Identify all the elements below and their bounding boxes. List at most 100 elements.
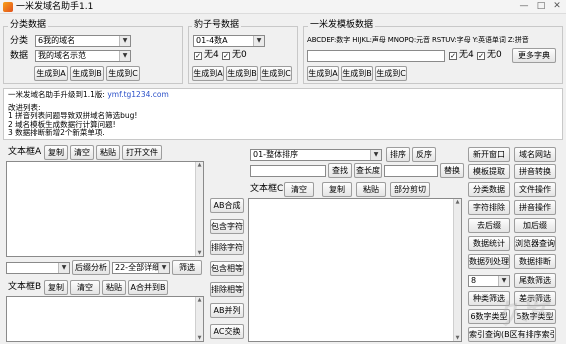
numbers-gen-b-button[interactable]: 生成到B xyxy=(226,66,258,81)
numbers-gen-c-button[interactable]: 生成到C xyxy=(260,66,292,81)
template-extract-button[interactable]: 模板提取 xyxy=(468,164,510,179)
pinyin-ops-button[interactable]: 拼音操作 xyxy=(514,200,556,215)
template-hint: ABCDEF:数字 HIJKL:声母 MNOPQ:元音 RSTUV:字母 Y:英… xyxy=(307,36,529,44)
chevron-down-icon: ▼ xyxy=(253,36,264,46)
chevron-down-icon: ▼ xyxy=(158,263,169,273)
window-title: 一米发域名助手1.1 xyxy=(16,2,94,12)
textB-area[interactable] xyxy=(6,296,204,342)
replace-input[interactable] xyxy=(384,165,438,177)
chevron-down-icon: ▼ xyxy=(58,263,69,273)
chevron-down-icon: ▼ xyxy=(370,150,381,160)
textB-merge-button[interactable]: A合并到B xyxy=(128,280,168,295)
data-judge-button[interactable]: 数据排断 xyxy=(514,254,556,269)
template-no4-label: 无4 xyxy=(459,50,474,60)
textA-copy-button[interactable]: 复制 xyxy=(44,145,68,160)
column-process-button[interactable]: 数据列处理 xyxy=(468,254,510,269)
exclude-equal-button[interactable]: 排除相等 xyxy=(210,282,244,297)
chevron-down-icon: ▼ xyxy=(498,276,509,286)
template-no0-label: 无0 xyxy=(487,50,502,60)
chevron-down-icon: ▼ xyxy=(119,36,130,46)
textA-area[interactable] xyxy=(6,161,204,257)
template-gen-c-button[interactable]: 生成到C xyxy=(375,66,407,81)
suffix-analysis-button[interactable]: 后缀分析 xyxy=(72,260,110,275)
new-window-button[interactable]: 新开窗口 xyxy=(468,147,510,162)
file-ops-button[interactable]: 文件操作 xyxy=(514,182,556,197)
numbers-no4-label: 无4 xyxy=(204,50,219,60)
classify-data-button[interactable]: 分类数据 xyxy=(468,182,510,197)
ab-parallel-button[interactable]: AB并列 xyxy=(210,303,244,318)
category-select[interactable]: 6我的域名 ▼ xyxy=(35,35,131,47)
textC-area[interactable] xyxy=(248,198,462,342)
update-link[interactable]: ymf.tg1234.com xyxy=(107,90,168,99)
textC-label: 文本框C xyxy=(250,184,284,194)
detail-select[interactable]: 22-全部详细 ▼ xyxy=(112,262,170,274)
app-icon xyxy=(3,2,13,12)
close-icon[interactable]: ✕ xyxy=(549,1,565,12)
pinyin-convert-button[interactable]: 拼音转换 xyxy=(514,164,556,179)
include-equal-button[interactable]: 包含相等 xyxy=(210,261,244,276)
add-suffix-button[interactable]: 加后缀 xyxy=(514,218,556,233)
textC-cut-button[interactable]: 部分剪切 xyxy=(390,182,430,197)
template-no0-checkbox[interactable]: ✓ xyxy=(477,52,485,60)
filter-button[interactable]: 筛选 xyxy=(172,260,202,275)
textA-paste-button[interactable]: 粘贴 xyxy=(96,145,120,160)
ac-swap-button[interactable]: AC交换 xyxy=(210,324,244,339)
textC-scrollbar[interactable] xyxy=(453,199,461,341)
numbers-no0-checkbox[interactable]: ✓ xyxy=(222,52,230,60)
minimize-icon[interactable]: — xyxy=(516,1,532,12)
suffix-select[interactable]: ▼ xyxy=(6,262,70,274)
browser-query-button[interactable]: 浏览器查询 xyxy=(514,236,556,251)
info-line-1: 一米发域名助手升级到1.1版: ymf.tg1234.com xyxy=(8,90,169,99)
classify-gen-b-button[interactable]: 生成到B xyxy=(70,66,104,81)
category-label: 分类 xyxy=(10,36,29,46)
title-bar: 一米发域名助手1.1 — □ ✕ xyxy=(0,0,566,14)
classify-gen-c-button[interactable]: 生成到C xyxy=(106,66,140,81)
domain-site-button[interactable]: 域名网站 xyxy=(514,147,556,162)
textA-open-file-button[interactable]: 打开文件 xyxy=(122,145,162,160)
more-dict-button[interactable]: 更多字典 xyxy=(512,48,556,63)
template-group-title: 一米发模板数据 xyxy=(308,20,376,30)
textA-clear-button[interactable]: 清空 xyxy=(70,145,94,160)
ab-merge-button[interactable]: AB合成 xyxy=(210,198,244,213)
numbers-gen-a-button[interactable]: 生成到A xyxy=(192,66,224,81)
textA-label: 文本框A xyxy=(8,147,42,157)
numbers-select[interactable]: 01-4数A ▼ xyxy=(193,35,265,47)
template-gen-a-button[interactable]: 生成到A xyxy=(307,66,339,81)
data-select[interactable]: 我的域名示范 ▼ xyxy=(35,50,131,62)
classify-group-title: 分类数据 xyxy=(8,20,49,30)
tail-filter-button[interactable]: 尾数筛选 xyxy=(514,273,556,288)
chevron-down-icon: ▼ xyxy=(119,51,130,61)
tail-select[interactable]: 8 ▼ xyxy=(468,275,510,287)
char-exclude-button[interactable]: 字符排除 xyxy=(468,200,510,215)
numbers-group-title: 豹子号数据 xyxy=(192,20,242,30)
textB-label: 文本框B xyxy=(8,282,42,292)
textC-copy-button[interactable]: 复制 xyxy=(322,182,352,197)
numbers-no4-checkbox[interactable]: ✓ xyxy=(194,52,202,60)
find-input[interactable] xyxy=(250,165,326,177)
replace-button[interactable]: 替换 xyxy=(440,163,464,178)
remove-suffix-button[interactable]: 去后缀 xyxy=(468,218,510,233)
template-input[interactable] xyxy=(307,50,445,62)
find-button[interactable]: 查找 xyxy=(328,163,352,178)
reverse-button[interactable]: 反序 xyxy=(412,147,436,162)
textB-paste-button[interactable]: 粘贴 xyxy=(102,280,126,295)
include-chars-button[interactable]: 包含字符 xyxy=(210,219,244,234)
sort-button[interactable]: 排序 xyxy=(386,147,410,162)
template-no4-checkbox[interactable]: ✓ xyxy=(449,52,457,60)
find-length-button[interactable]: 查长度 xyxy=(354,163,382,178)
sort-select[interactable]: 01-整体排序 ▼ xyxy=(250,149,382,161)
textC-paste-button[interactable]: 粘贴 xyxy=(356,182,386,197)
exclude-chars-button[interactable]: 排除字符 xyxy=(210,240,244,255)
data-label: 数据 xyxy=(10,51,29,61)
classify-gen-a-button[interactable]: 生成到A xyxy=(34,66,68,81)
textA-scrollbar[interactable] xyxy=(195,162,203,256)
template-gen-b-button[interactable]: 生成到B xyxy=(341,66,373,81)
textB-clear-button[interactable]: 清空 xyxy=(70,280,100,295)
data-stats-button[interactable]: 数据统计 xyxy=(468,236,510,251)
info-box: 一米发域名助手升级到1.1版: ymf.tg1234.com 改进列表: 1 拼… xyxy=(3,88,563,140)
textC-clear-button[interactable]: 清空 xyxy=(284,182,314,197)
maximize-icon[interactable]: □ xyxy=(533,1,549,12)
textB-scrollbar[interactable] xyxy=(195,297,203,341)
textB-copy-button[interactable]: 复制 xyxy=(44,280,68,295)
info-line-5: 3 数据排断新增2个新菜单项. xyxy=(8,128,105,137)
